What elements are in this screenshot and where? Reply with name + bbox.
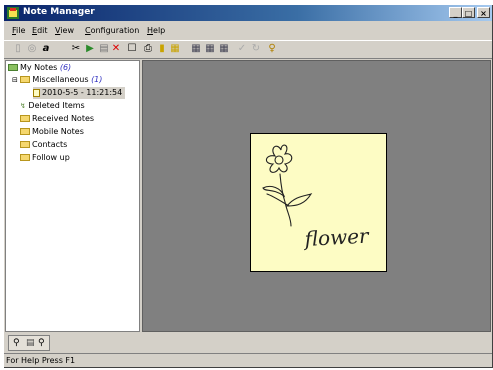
tree-note-label: 2010-5-5 - 11:21:54	[42, 88, 123, 97]
new-note-icon[interactable]: ▯	[12, 43, 24, 55]
maximize-button[interactable]: □	[462, 7, 475, 18]
grid-icon[interactable]: ▦	[218, 43, 230, 55]
view-tabs: ⚲ ▤ ⚲	[8, 335, 50, 351]
cut-icon[interactable]: ✂	[70, 43, 82, 55]
app-window: Note Manager _ □ × File Edit View Config…	[4, 5, 493, 368]
tree-deleted-label: Deleted Items	[28, 101, 85, 110]
tree-root-label: My Notes	[20, 63, 58, 72]
flower-center	[274, 155, 284, 165]
notes-tree: My Notes (6) ⊟ Miscellaneous (1) 2010-5-…	[5, 60, 140, 332]
tree-followup-label: Follow up	[32, 153, 70, 162]
check-icon[interactable]: ✓	[236, 43, 248, 55]
note-icon	[33, 88, 40, 97]
blank-note-icon[interactable]: ☐	[126, 43, 138, 55]
find-icon[interactable]: ⚲	[38, 338, 45, 348]
list-view-icon[interactable]: ▤	[26, 338, 35, 348]
properties-icon[interactable]: ◎	[26, 43, 38, 55]
undo-icon[interactable]: ↻	[250, 43, 262, 55]
menu-file-label: ile	[16, 26, 26, 35]
notes-list-icon[interactable]: ▦	[169, 43, 181, 55]
menu-help[interactable]: Help	[147, 26, 165, 35]
tree-contacts-label: Contacts	[32, 140, 68, 149]
print-icon[interactable]: ⎙	[142, 43, 154, 55]
tree-item-note[interactable]: 2010-5-5 - 11:21:54	[33, 87, 126, 99]
window-title: Note Manager	[23, 7, 95, 17]
menu-view-label: iew	[60, 26, 74, 35]
folder-icon	[20, 154, 30, 161]
folder-icon	[20, 76, 31, 83]
cascade-icon[interactable]: ▦	[204, 43, 216, 55]
toolbar: ▯ ◎ a ✂ ▶ ▤ ✕ ☐ ⎙ ▮ ▦ ▦ ▦ ▦ ✓ ↻ ♀	[4, 40, 492, 59]
menu-view[interactable]: View	[55, 26, 74, 35]
search-icon[interactable]: ⚲	[13, 338, 20, 348]
tree-item-deleted[interactable]: ↯ Deleted Items	[20, 100, 85, 112]
tree-item-contacts[interactable]: Contacts	[20, 139, 67, 151]
tree-item-mobile[interactable]: Mobile Notes	[20, 126, 84, 138]
flower-leaf-left	[262, 185, 286, 198]
tree-received-label: Received Notes	[32, 114, 95, 123]
bottom-tabs-bar: ⚲ ▤ ⚲	[4, 334, 492, 352]
paste-icon[interactable]: ▤	[98, 43, 110, 55]
collapse-icon[interactable]: ⊟	[12, 76, 18, 84]
tree-misc-label: Miscellaneous	[32, 75, 89, 84]
menu-edit-label: dit	[37, 26, 48, 35]
menu-bar: File Edit View Configuration Help	[4, 24, 492, 38]
menu-edit[interactable]: Edit	[32, 26, 48, 35]
note-manager-app-icon	[7, 7, 19, 19]
flower-drawing: flower	[262, 144, 371, 251]
tree-misc-count: (1)	[91, 75, 103, 84]
tree-item-miscellaneous[interactable]: ⊟ Miscellaneous (1)	[12, 74, 102, 86]
flower-stem	[279, 173, 292, 227]
my-notes-icon	[8, 64, 18, 71]
note-text: flower	[302, 224, 370, 251]
leaf-vein	[266, 193, 290, 207]
tile-icon[interactable]: ▦	[190, 43, 202, 55]
tree-root-count: (6)	[59, 63, 72, 72]
tree-mobile-label: Mobile Notes	[32, 127, 84, 136]
help-bulb-icon[interactable]: ♀	[266, 43, 278, 55]
tree-item-followup[interactable]: Follow up	[20, 152, 70, 164]
close-button[interactable]: ×	[477, 7, 490, 18]
menu-configuration[interactable]: Configuration	[85, 26, 139, 35]
recycle-icon: ↯	[20, 102, 26, 110]
flower-petals	[265, 144, 293, 173]
menu-help-label: elp	[153, 26, 166, 35]
note-viewer: flower	[142, 60, 491, 332]
yellow-note-icon[interactable]: ▮	[156, 43, 168, 55]
flower-leaf-right	[285, 193, 313, 207]
tree-item-received[interactable]: Received Notes	[20, 113, 94, 125]
title-bar[interactable]: Note Manager _ □ ×	[4, 5, 492, 21]
folder-icon	[20, 115, 30, 122]
status-bar: For Help Press F1	[4, 353, 492, 368]
tree-root[interactable]: My Notes (6)	[8, 62, 71, 74]
menu-configuration-label: onfiguration	[90, 26, 140, 35]
minimize-button[interactable]: _	[449, 7, 462, 18]
font-icon[interactable]: a	[40, 43, 52, 55]
status-text: For Help Press F1	[6, 356, 76, 365]
sticky-note[interactable]: flower	[250, 133, 387, 272]
folder-icon	[20, 128, 30, 135]
move-icon[interactable]: ▶	[84, 43, 96, 55]
folder-icon	[20, 141, 30, 148]
menu-file[interactable]: File	[12, 26, 25, 35]
delete-icon[interactable]: ✕	[110, 43, 122, 55]
